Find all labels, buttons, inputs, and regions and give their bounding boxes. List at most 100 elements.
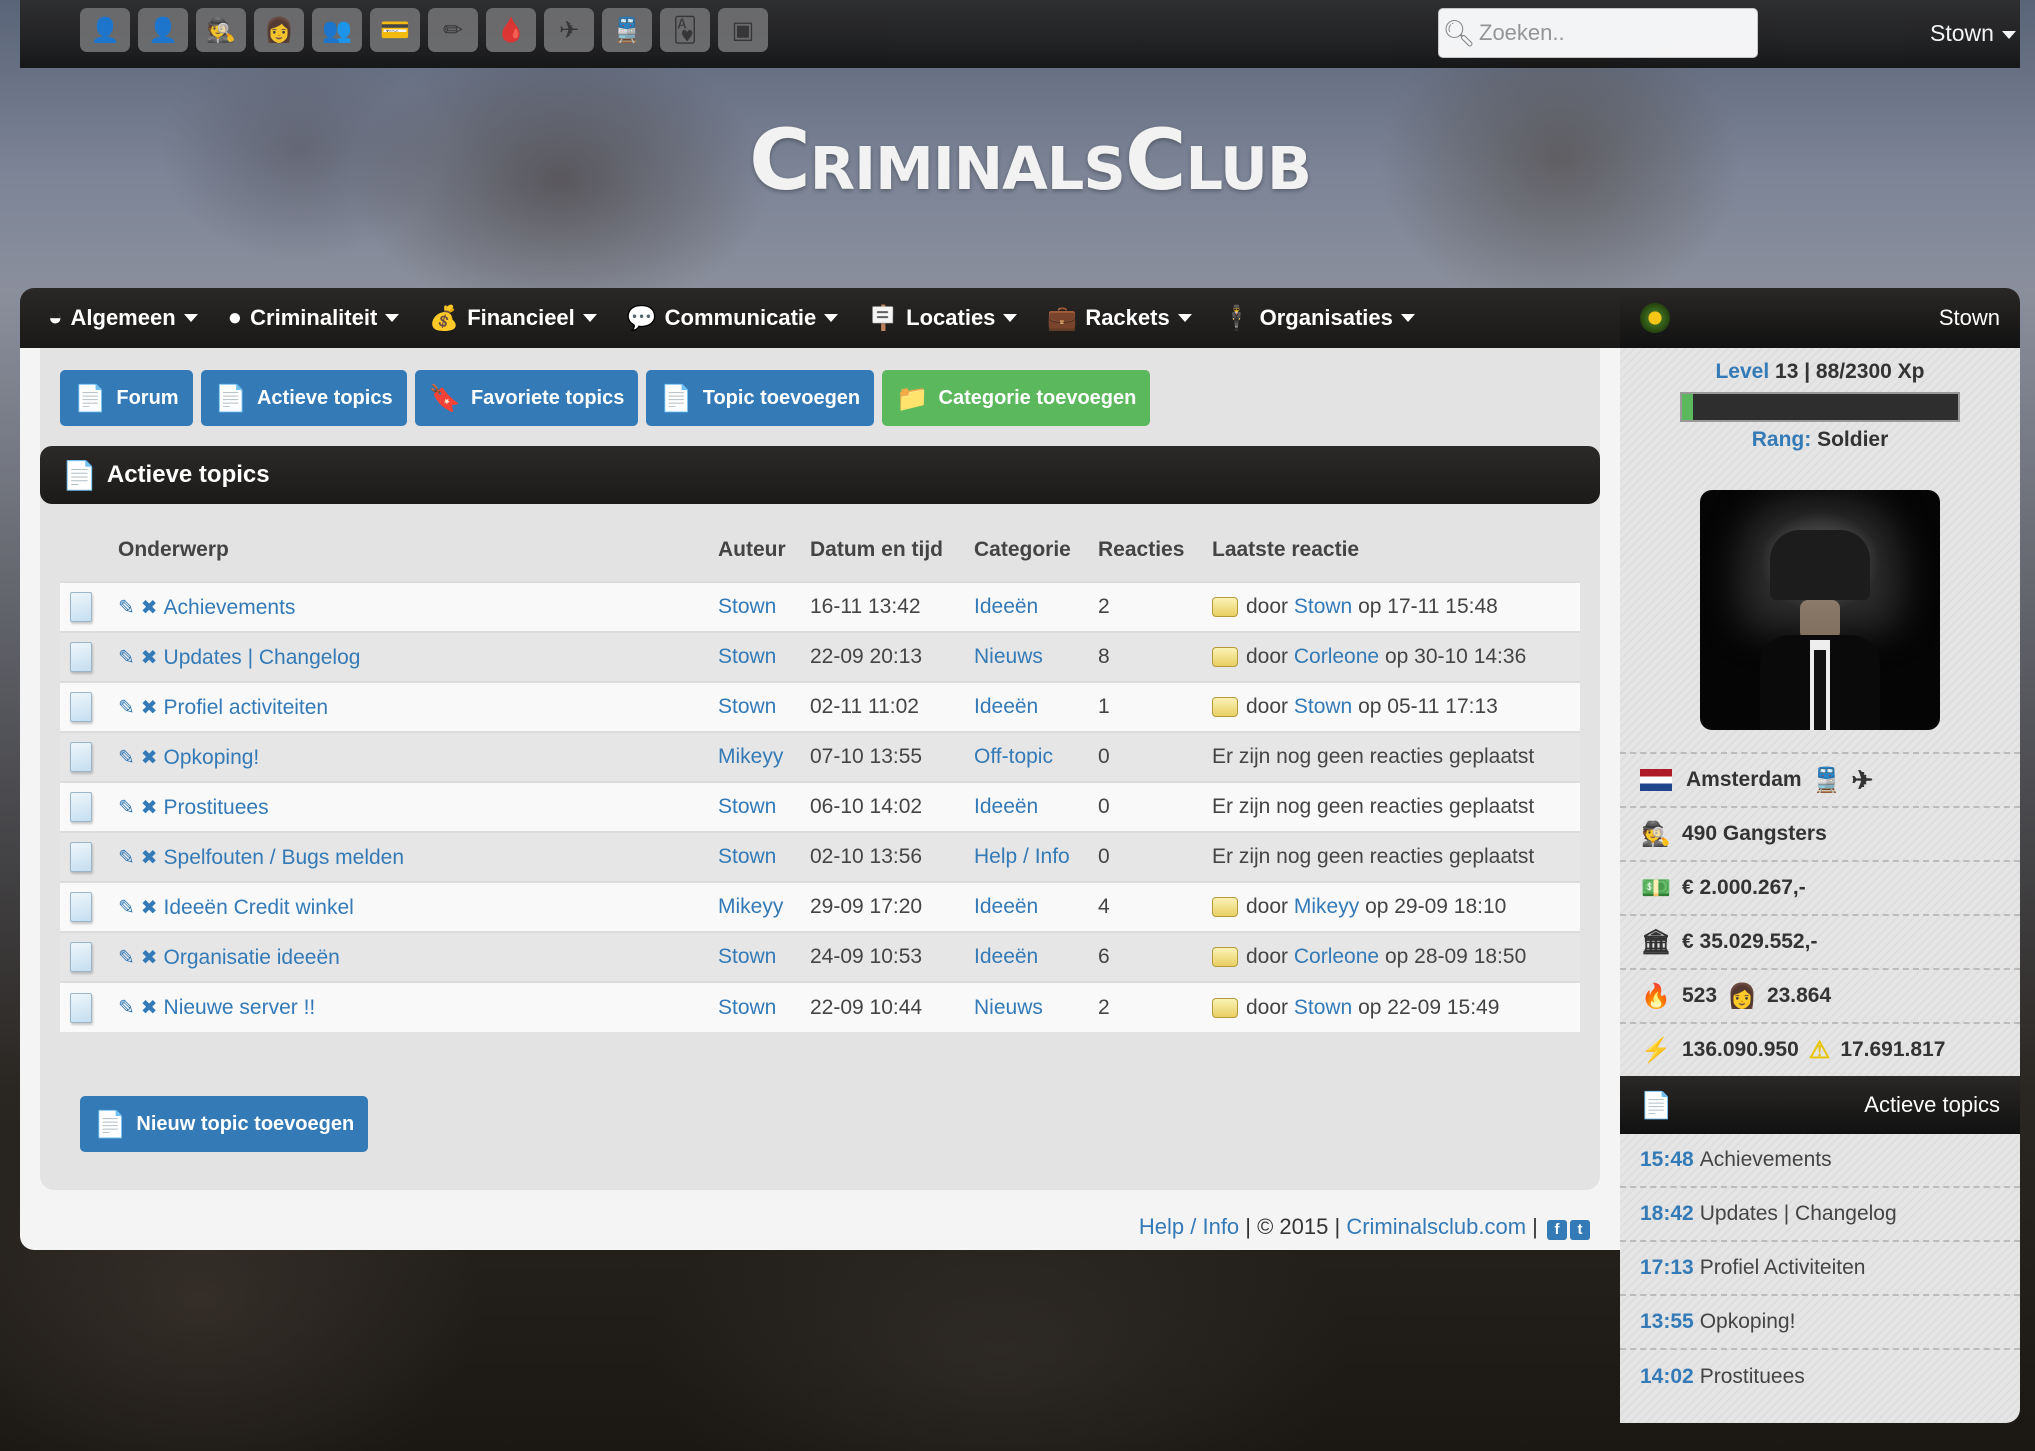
subject-cell: ✎ ✖ Spelfouten / Bugs melden xyxy=(108,831,708,882)
last-reply-user[interactable]: Corleone xyxy=(1294,645,1379,668)
last-reply-user[interactable]: Mikeyy xyxy=(1294,895,1359,918)
nav-rackets[interactable]: 💼 Rackets xyxy=(1047,304,1192,333)
edit-pencil-icon[interactable]: ✎ xyxy=(118,997,135,1019)
category-link[interactable]: Help / Info xyxy=(974,845,1070,868)
site-logo[interactable]: CriminalsClub xyxy=(745,110,1315,210)
gangster-icon: 🕵 xyxy=(1641,820,1671,848)
bullet-icon[interactable]: ✏ xyxy=(428,8,478,52)
credit-card-icon[interactable]: 💳 xyxy=(370,8,420,52)
topic-title-link[interactable]: Achievements xyxy=(164,596,296,619)
delete-x-icon[interactable]: ✖ xyxy=(141,847,158,869)
author-link[interactable]: Stown xyxy=(718,695,776,718)
forum-button[interactable]: 📄 Forum xyxy=(60,370,193,426)
playing-card-icon[interactable]: 🂱 xyxy=(660,8,710,52)
sidebar-topic-item[interactable]: 13:55 Opkoping! xyxy=(1620,1296,2020,1350)
edit-pencil-icon[interactable]: ✎ xyxy=(118,597,135,619)
topic-title-link[interactable]: Nieuwe server !! xyxy=(164,996,316,1019)
category-link[interactable]: Ideeën xyxy=(974,945,1038,968)
topic-title-link[interactable]: Spelfouten / Bugs melden xyxy=(164,846,405,869)
delete-x-icon[interactable]: ✖ xyxy=(141,747,158,769)
sidebar-username[interactable]: Stown xyxy=(1939,305,2000,331)
active-topics-button[interactable]: 📄 Actieve topics xyxy=(200,370,407,426)
last-reply-user[interactable]: Stown xyxy=(1294,595,1352,618)
sidebar-topic-item[interactable]: 14:02 Prostituees xyxy=(1620,1350,2020,1404)
category-link[interactable]: Ideeën xyxy=(974,695,1038,718)
delete-x-icon[interactable]: ✖ xyxy=(141,897,158,919)
twitter-icon[interactable]: t xyxy=(1570,1220,1590,1240)
topic-title-link[interactable]: Organisatie ideeën xyxy=(164,946,340,969)
blood-bag-icon[interactable]: 🩸 xyxy=(486,8,536,52)
nav-organisaties[interactable]: 🕴 Organisaties xyxy=(1222,304,1415,333)
train-icon[interactable]: 🚆 xyxy=(1812,766,1842,795)
table-row: ✎ ✖ Nieuwe server !! Stown 22-09 10:44 Nie… xyxy=(60,981,1580,1032)
author-link[interactable]: Stown xyxy=(718,795,776,818)
group-icon[interactable]: 👥 xyxy=(312,8,362,52)
facebook-icon[interactable]: f xyxy=(1547,1220,1567,1240)
author-link[interactable]: Stown xyxy=(718,996,776,1019)
level-label: Level xyxy=(1715,360,1770,383)
last-reply-user[interactable]: Stown xyxy=(1294,996,1352,1019)
detective-icon[interactable]: 🕵 xyxy=(196,8,246,52)
footer-site-link[interactable]: Criminalsclub.com xyxy=(1346,1214,1526,1239)
add-topic-button[interactable]: 📄 Topic toevoegen xyxy=(646,370,875,426)
author-link[interactable]: Stown xyxy=(718,595,776,618)
search-box[interactable]: 🔍︎ xyxy=(1438,8,1758,58)
author-link[interactable]: Stown xyxy=(718,945,776,968)
sidebar-topic-item[interactable]: 15:48 Achievements xyxy=(1620,1134,2020,1188)
nav-criminaliteit[interactable]: ● Criminaliteit xyxy=(228,304,400,332)
topic-title-link[interactable]: Opkoping! xyxy=(164,746,260,769)
author-link[interactable]: Mikeyy xyxy=(718,745,783,768)
delete-x-icon[interactable]: ✖ xyxy=(141,797,158,819)
nav-financieel[interactable]: 💰 Financieel xyxy=(429,304,597,333)
edit-pencil-icon[interactable]: ✎ xyxy=(118,647,135,669)
category-link[interactable]: Nieuws xyxy=(974,645,1043,668)
avatar[interactable] xyxy=(1700,490,1940,730)
topic-title-link[interactable]: Profiel activiteiten xyxy=(164,696,329,719)
document-icon: 📄 xyxy=(1640,1089,1673,1120)
search-input[interactable] xyxy=(1479,20,1749,46)
category-link[interactable]: Nieuws xyxy=(974,996,1043,1019)
author-link[interactable]: Stown xyxy=(718,645,776,668)
sidebar-topic-item[interactable]: 18:42 Updates | Changelog xyxy=(1620,1188,2020,1242)
edit-pencil-icon[interactable]: ✎ xyxy=(118,847,135,869)
delete-x-icon[interactable]: ✖ xyxy=(141,597,158,619)
category-link[interactable]: Ideeën xyxy=(974,795,1038,818)
last-reply-user[interactable]: Corleone xyxy=(1294,945,1379,968)
woman-icon[interactable]: 👩 xyxy=(254,8,304,52)
delete-x-icon[interactable]: ✖ xyxy=(141,997,158,1019)
hooded-figure-icon[interactable]: 👤 xyxy=(138,8,188,52)
edit-pencil-icon[interactable]: ✎ xyxy=(118,897,135,919)
category-link[interactable]: Ideeën xyxy=(974,595,1038,618)
nav-communicatie[interactable]: 💬 Communicatie xyxy=(627,304,839,333)
new-topic-button[interactable]: 📄 Nieuw topic toevoegen xyxy=(80,1096,369,1152)
delete-x-icon[interactable]: ✖ xyxy=(141,947,158,969)
last-reply-user[interactable]: Stown xyxy=(1294,695,1352,718)
category-link[interactable]: Ideeën xyxy=(974,895,1038,918)
airplane-icon[interactable]: ✈ xyxy=(544,8,594,52)
add-category-button[interactable]: 📁 Categorie toevoegen xyxy=(882,370,1151,426)
nav-locaties[interactable]: 🪧 Locaties xyxy=(868,304,1018,333)
category-link[interactable]: Off-topic xyxy=(974,745,1053,768)
nav-algemeen[interactable]: ◒ Algemeen xyxy=(48,304,198,332)
delete-x-icon[interactable]: ✖ xyxy=(141,697,158,719)
footer-help-link[interactable]: Help / Info xyxy=(1139,1214,1239,1239)
edit-pencil-icon[interactable]: ✎ xyxy=(118,947,135,969)
favorite-topics-button[interactable]: 🔖 Favoriete topics xyxy=(414,370,639,426)
edit-pencil-icon[interactable]: ✎ xyxy=(118,797,135,819)
no-reply-text: Er zijn nog geen reacties geplaatst xyxy=(1212,745,1535,768)
train-icon[interactable]: 🚆 xyxy=(602,8,652,52)
user-menu[interactable]: Stown xyxy=(1930,20,2016,47)
topic-title-link[interactable]: Updates | Changelog xyxy=(164,646,361,669)
delete-x-icon[interactable]: ✖ xyxy=(141,647,158,669)
prison-icon[interactable]: ▣ xyxy=(718,8,768,52)
airplane-icon[interactable]: ✈ xyxy=(1851,765,1873,796)
edit-pencil-icon[interactable]: ✎ xyxy=(118,747,135,769)
sidebar-topic-item[interactable]: 17:13 Profiel Activiteiten xyxy=(1620,1242,2020,1296)
date-cell: 22-09 10:44 xyxy=(800,981,964,1032)
author-link[interactable]: Stown xyxy=(718,845,776,868)
gangster-icon[interactable]: 👤 xyxy=(80,8,130,52)
edit-pencil-icon[interactable]: ✎ xyxy=(118,697,135,719)
author-link[interactable]: Mikeyy xyxy=(718,895,783,918)
topic-title-link[interactable]: Prostituees xyxy=(164,796,269,819)
topic-title-link[interactable]: Ideeën Credit winkel xyxy=(164,896,354,919)
